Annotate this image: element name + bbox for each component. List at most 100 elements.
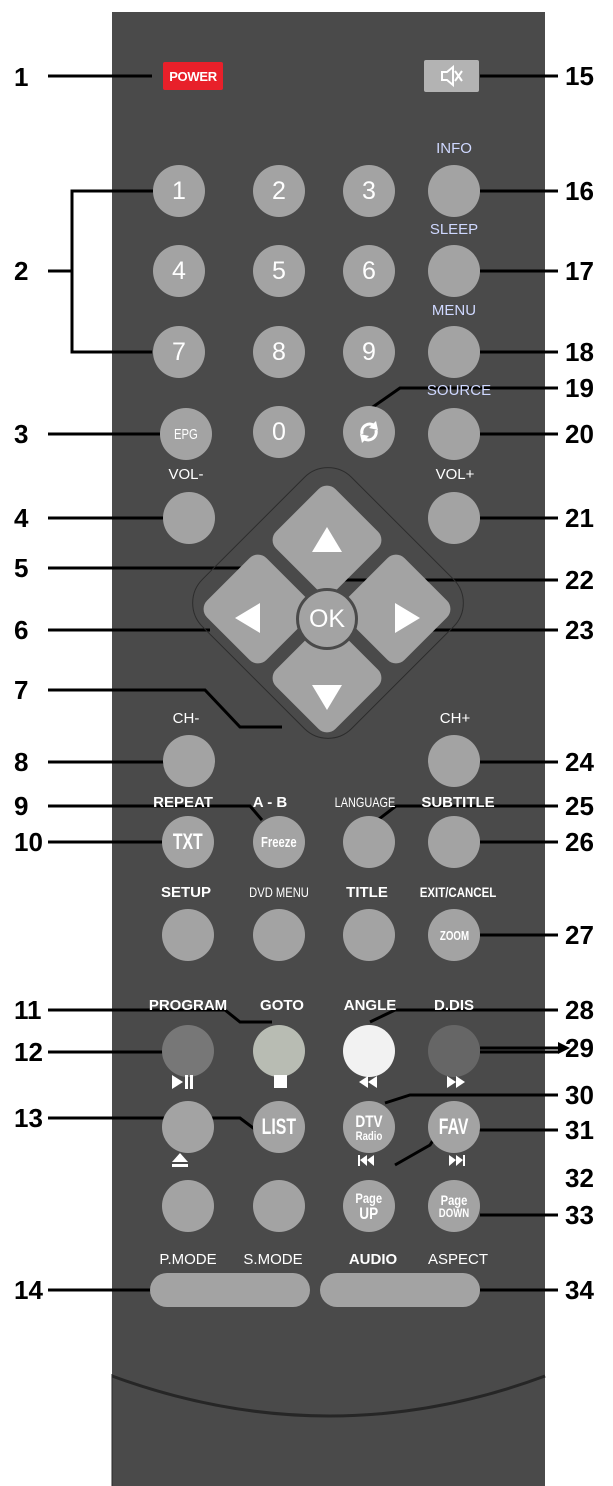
callout-30: 30 [565,1080,594,1110]
repeat-label: REPEAT [153,794,213,811]
digit-5-button[interactable]: 5 [253,245,305,297]
callout-9: 9 [14,791,29,821]
sleep-label: SLEEP [429,221,479,238]
language-button[interactable] [343,816,395,868]
callout-11: 11 [14,995,42,1025]
epg-button[interactable]: EPG [160,408,212,460]
callout-31: 31 [565,1115,594,1145]
zoom-label: ZOOM [439,927,469,943]
up-text: UP [359,1203,379,1223]
callout-20: 20 [565,419,594,449]
vol-plus-label: VOL+ [435,466,475,483]
d-dis-label: D.DIS [433,997,475,1014]
sleep-button[interactable] [428,245,480,297]
digit-3-button[interactable]: 3 [343,165,395,217]
ch-up-button[interactable] [428,735,480,787]
callout-28: 28 [565,995,594,1025]
txt-button[interactable]: TXT [162,816,214,868]
digit-2-button[interactable]: 2 [253,165,305,217]
callout-19: 19 [565,373,594,403]
goto-button[interactable] [253,1025,305,1077]
digit-label: 6 [362,256,376,285]
ok-label: OK [308,604,346,633]
callout-23: 23 [565,615,594,645]
eject-button[interactable] [162,1180,214,1232]
digit-label: 0 [272,417,286,446]
ch-plus-label: CH+ [439,710,471,727]
p-mode-label: P.MODE [159,1251,217,1268]
list-label: LIST [261,1114,297,1139]
digit-label: 9 [362,337,376,366]
digit-7-button[interactable]: 7 [153,326,205,378]
menu-button[interactable] [428,326,480,378]
mute-button[interactable] [424,60,479,92]
vol-minus-label: VOL- [168,466,204,483]
fav-button[interactable]: FAV [428,1101,480,1153]
recall-arrows-icon [360,421,378,443]
digit-4-button[interactable]: 4 [153,245,205,297]
zoom-button[interactable]: ZOOM [428,909,480,961]
list-button[interactable]: LIST [253,1101,305,1153]
callout-21: 21 [565,503,594,533]
remote-diagram: 1 2 3 4 5 6 7 8 9 10 11 12 13 14 15 16 1… [0,0,613,1486]
info-button[interactable] [428,165,480,217]
callout-6: 6 [14,615,29,645]
ok-button[interactable]: OK [296,588,358,650]
digit-1-button[interactable]: 1 [153,165,205,217]
p-mode-s-mode-button[interactable] [150,1273,310,1307]
dvd-menu-button[interactable] [253,909,305,961]
program-label: PROGRAM [148,997,228,1014]
callout-1: 1 [14,62,29,92]
callout-34: 34 [565,1275,594,1305]
callout-22: 22 [565,565,594,595]
callout-2: 2 [14,256,29,286]
digit-8-button[interactable]: 8 [253,326,305,378]
angle-button[interactable] [343,1025,395,1077]
dtv-radio-label: DTV Radio [355,1113,382,1142]
source-button[interactable] [428,408,480,460]
callout-7: 7 [14,675,29,705]
ch-minus-label: CH- [172,710,200,727]
aspect-label: ASPECT [427,1251,489,1268]
recall-button[interactable] [343,406,395,458]
digit-9-button[interactable]: 9 [343,326,395,378]
info-label: INFO [436,140,472,157]
dtv-radio-button[interactable]: DTV Radio [343,1101,395,1153]
callout-18: 18 [565,337,594,367]
blank-button[interactable] [253,1180,305,1232]
title-button[interactable] [343,909,395,961]
setup-label: SETUP [160,884,212,901]
digit-label: 2 [272,176,286,205]
vol-up-button[interactable] [428,492,480,544]
play-pause-button[interactable] [162,1101,214,1153]
callout-29: 29 [565,1033,594,1063]
callout-5: 5 [14,553,29,583]
leader-lines [48,74,570,1292]
callout-12: 12 [14,1037,43,1067]
digit-0-button[interactable]: 0 [253,406,305,458]
vol-down-button[interactable] [163,492,215,544]
digit-6-button[interactable]: 6 [343,245,395,297]
freeze-button[interactable]: Freeze [253,816,305,868]
callout-15: 15 [565,61,594,91]
down-text: DOWN [438,1206,470,1220]
digit-label: 5 [272,256,286,285]
txt-label: TXT [173,829,203,854]
callout-14: 14 [14,1275,43,1305]
callout-32: 32 [565,1163,594,1193]
epg-label: EPG [174,425,198,443]
page-text: Page [355,1189,383,1206]
ch-down-button[interactable] [163,735,215,787]
program-button[interactable] [162,1025,214,1077]
callout-10: 10 [14,827,43,857]
source-label: SOURCE [426,382,492,399]
callout-3: 3 [14,419,29,449]
page-up-button[interactable]: Page UP [343,1180,395,1232]
subtitle-button[interactable] [428,816,480,868]
power-button[interactable]: POWER [163,62,223,90]
menu-label: MENU [431,302,477,319]
setup-button[interactable] [162,909,214,961]
page-down-button[interactable]: Page DOWN [428,1180,480,1232]
d-dis-button[interactable] [428,1025,480,1077]
audio-aspect-button[interactable] [320,1273,480,1307]
